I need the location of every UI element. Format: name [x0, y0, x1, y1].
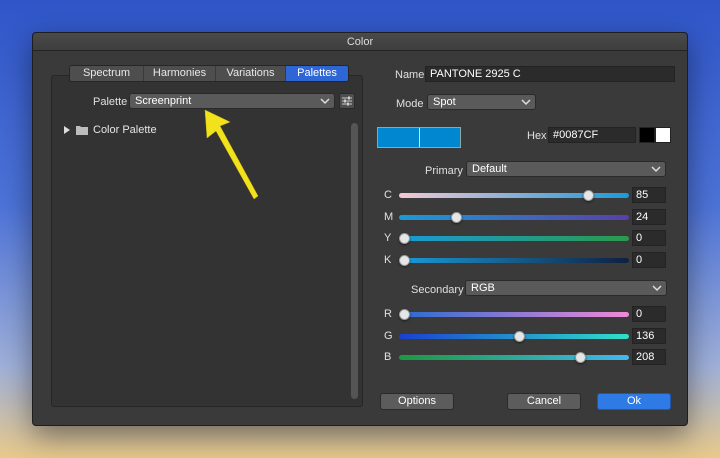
- tab-palettes[interactable]: Palettes: [286, 66, 348, 81]
- primary-slider-knob-c[interactable]: [582, 190, 594, 201]
- tab-spectrum[interactable]: Spectrum: [70, 66, 144, 81]
- chevron-down-icon: [521, 99, 531, 106]
- primary-channel-label-m: M: [384, 210, 394, 223]
- black-swatch[interactable]: [639, 127, 655, 143]
- primary-slider-c[interactable]: [399, 193, 629, 198]
- primary-slider-knob-y[interactable]: [399, 233, 410, 244]
- secondary-slider-r[interactable]: [399, 312, 629, 317]
- primary-channel-label-y: Y: [384, 232, 392, 244]
- secondary-value-field-r[interactable]: 0: [632, 306, 666, 322]
- primary-slider-y[interactable]: [399, 236, 629, 241]
- secondary-slider-b[interactable]: [399, 355, 629, 360]
- primary-channel-label-k: K: [384, 253, 392, 266]
- ok-button[interactable]: Ok: [597, 393, 671, 410]
- secondary-channel-label-b: B: [384, 351, 392, 363]
- secondary-select[interactable]: RGB: [465, 280, 667, 296]
- secondary-slider-knob-g[interactable]: [514, 330, 526, 342]
- palette-select[interactable]: Screenprint: [129, 93, 335, 109]
- palette-settings-button[interactable]: [339, 93, 355, 109]
- primary-slider-knob-k[interactable]: [399, 254, 410, 266]
- secondary-channel-label-r: R: [384, 308, 392, 320]
- primary-value-field-m[interactable]: 24: [632, 208, 666, 225]
- secondary-slider-knob-r[interactable]: [399, 309, 410, 320]
- secondary-slider-knob-b[interactable]: [575, 352, 587, 363]
- mode-select-value: Spot: [433, 96, 456, 108]
- primary-label: Primary: [425, 165, 463, 177]
- chevron-down-icon: [652, 285, 662, 292]
- color-dialog: Color Spectrum Harmonies Variations Pale…: [32, 32, 688, 426]
- chevron-down-icon: [651, 166, 661, 173]
- secondary-value-field-g[interactable]: 136: [632, 327, 666, 344]
- tab-harmonies[interactable]: Harmonies: [144, 66, 216, 81]
- window-title: Color: [33, 33, 687, 51]
- secondary-select-value: RGB: [471, 282, 495, 294]
- palette-label: Palette: [93, 96, 128, 108]
- sliders-icon: [342, 96, 352, 106]
- hex-label: Hex: [527, 130, 547, 142]
- primary-value-field-k[interactable]: 0: [632, 251, 666, 268]
- tree-item-label: Color Palette: [93, 124, 157, 136]
- palette-select-value: Screenprint: [135, 95, 192, 107]
- palette-scrollbar[interactable]: [351, 123, 358, 399]
- white-swatch[interactable]: [655, 127, 671, 143]
- primary-channel-label-c: C: [384, 189, 392, 201]
- primary-slider-knob-m[interactable]: [450, 211, 462, 223]
- name-label: Name: [395, 69, 425, 81]
- disclosure-triangle-icon[interactable]: [63, 126, 71, 134]
- options-button[interactable]: Options: [380, 393, 454, 410]
- secondary-label: Secondary: [411, 284, 464, 296]
- color-preview[interactable]: [377, 127, 461, 148]
- tree-item-color-palette[interactable]: Color Palette: [63, 124, 157, 136]
- mode-select[interactable]: Spot: [427, 94, 536, 110]
- current-color-swatch: [378, 128, 419, 147]
- cancel-button[interactable]: Cancel: [507, 393, 581, 410]
- name-field[interactable]: PANTONE 2925 C: [425, 66, 675, 82]
- primary-value-field-y[interactable]: 0: [632, 230, 666, 246]
- hex-field[interactable]: #0087CF: [548, 127, 636, 143]
- primary-select[interactable]: Default: [466, 161, 666, 177]
- chevron-down-icon: [320, 98, 330, 105]
- secondary-value-field-b[interactable]: 208: [632, 349, 666, 365]
- previous-color-swatch: [418, 128, 460, 147]
- secondary-channel-label-g: G: [384, 329, 393, 342]
- primary-slider-k[interactable]: [399, 257, 629, 263]
- folder-icon: [76, 126, 88, 135]
- tab-variations[interactable]: Variations: [216, 66, 286, 81]
- tab-bar: Spectrum Harmonies Variations Palettes: [69, 65, 349, 82]
- mode-label: Mode: [396, 98, 424, 110]
- primary-slider-m[interactable]: [399, 214, 629, 220]
- primary-value-field-c[interactable]: 85: [632, 187, 666, 203]
- primary-select-value: Default: [472, 163, 507, 175]
